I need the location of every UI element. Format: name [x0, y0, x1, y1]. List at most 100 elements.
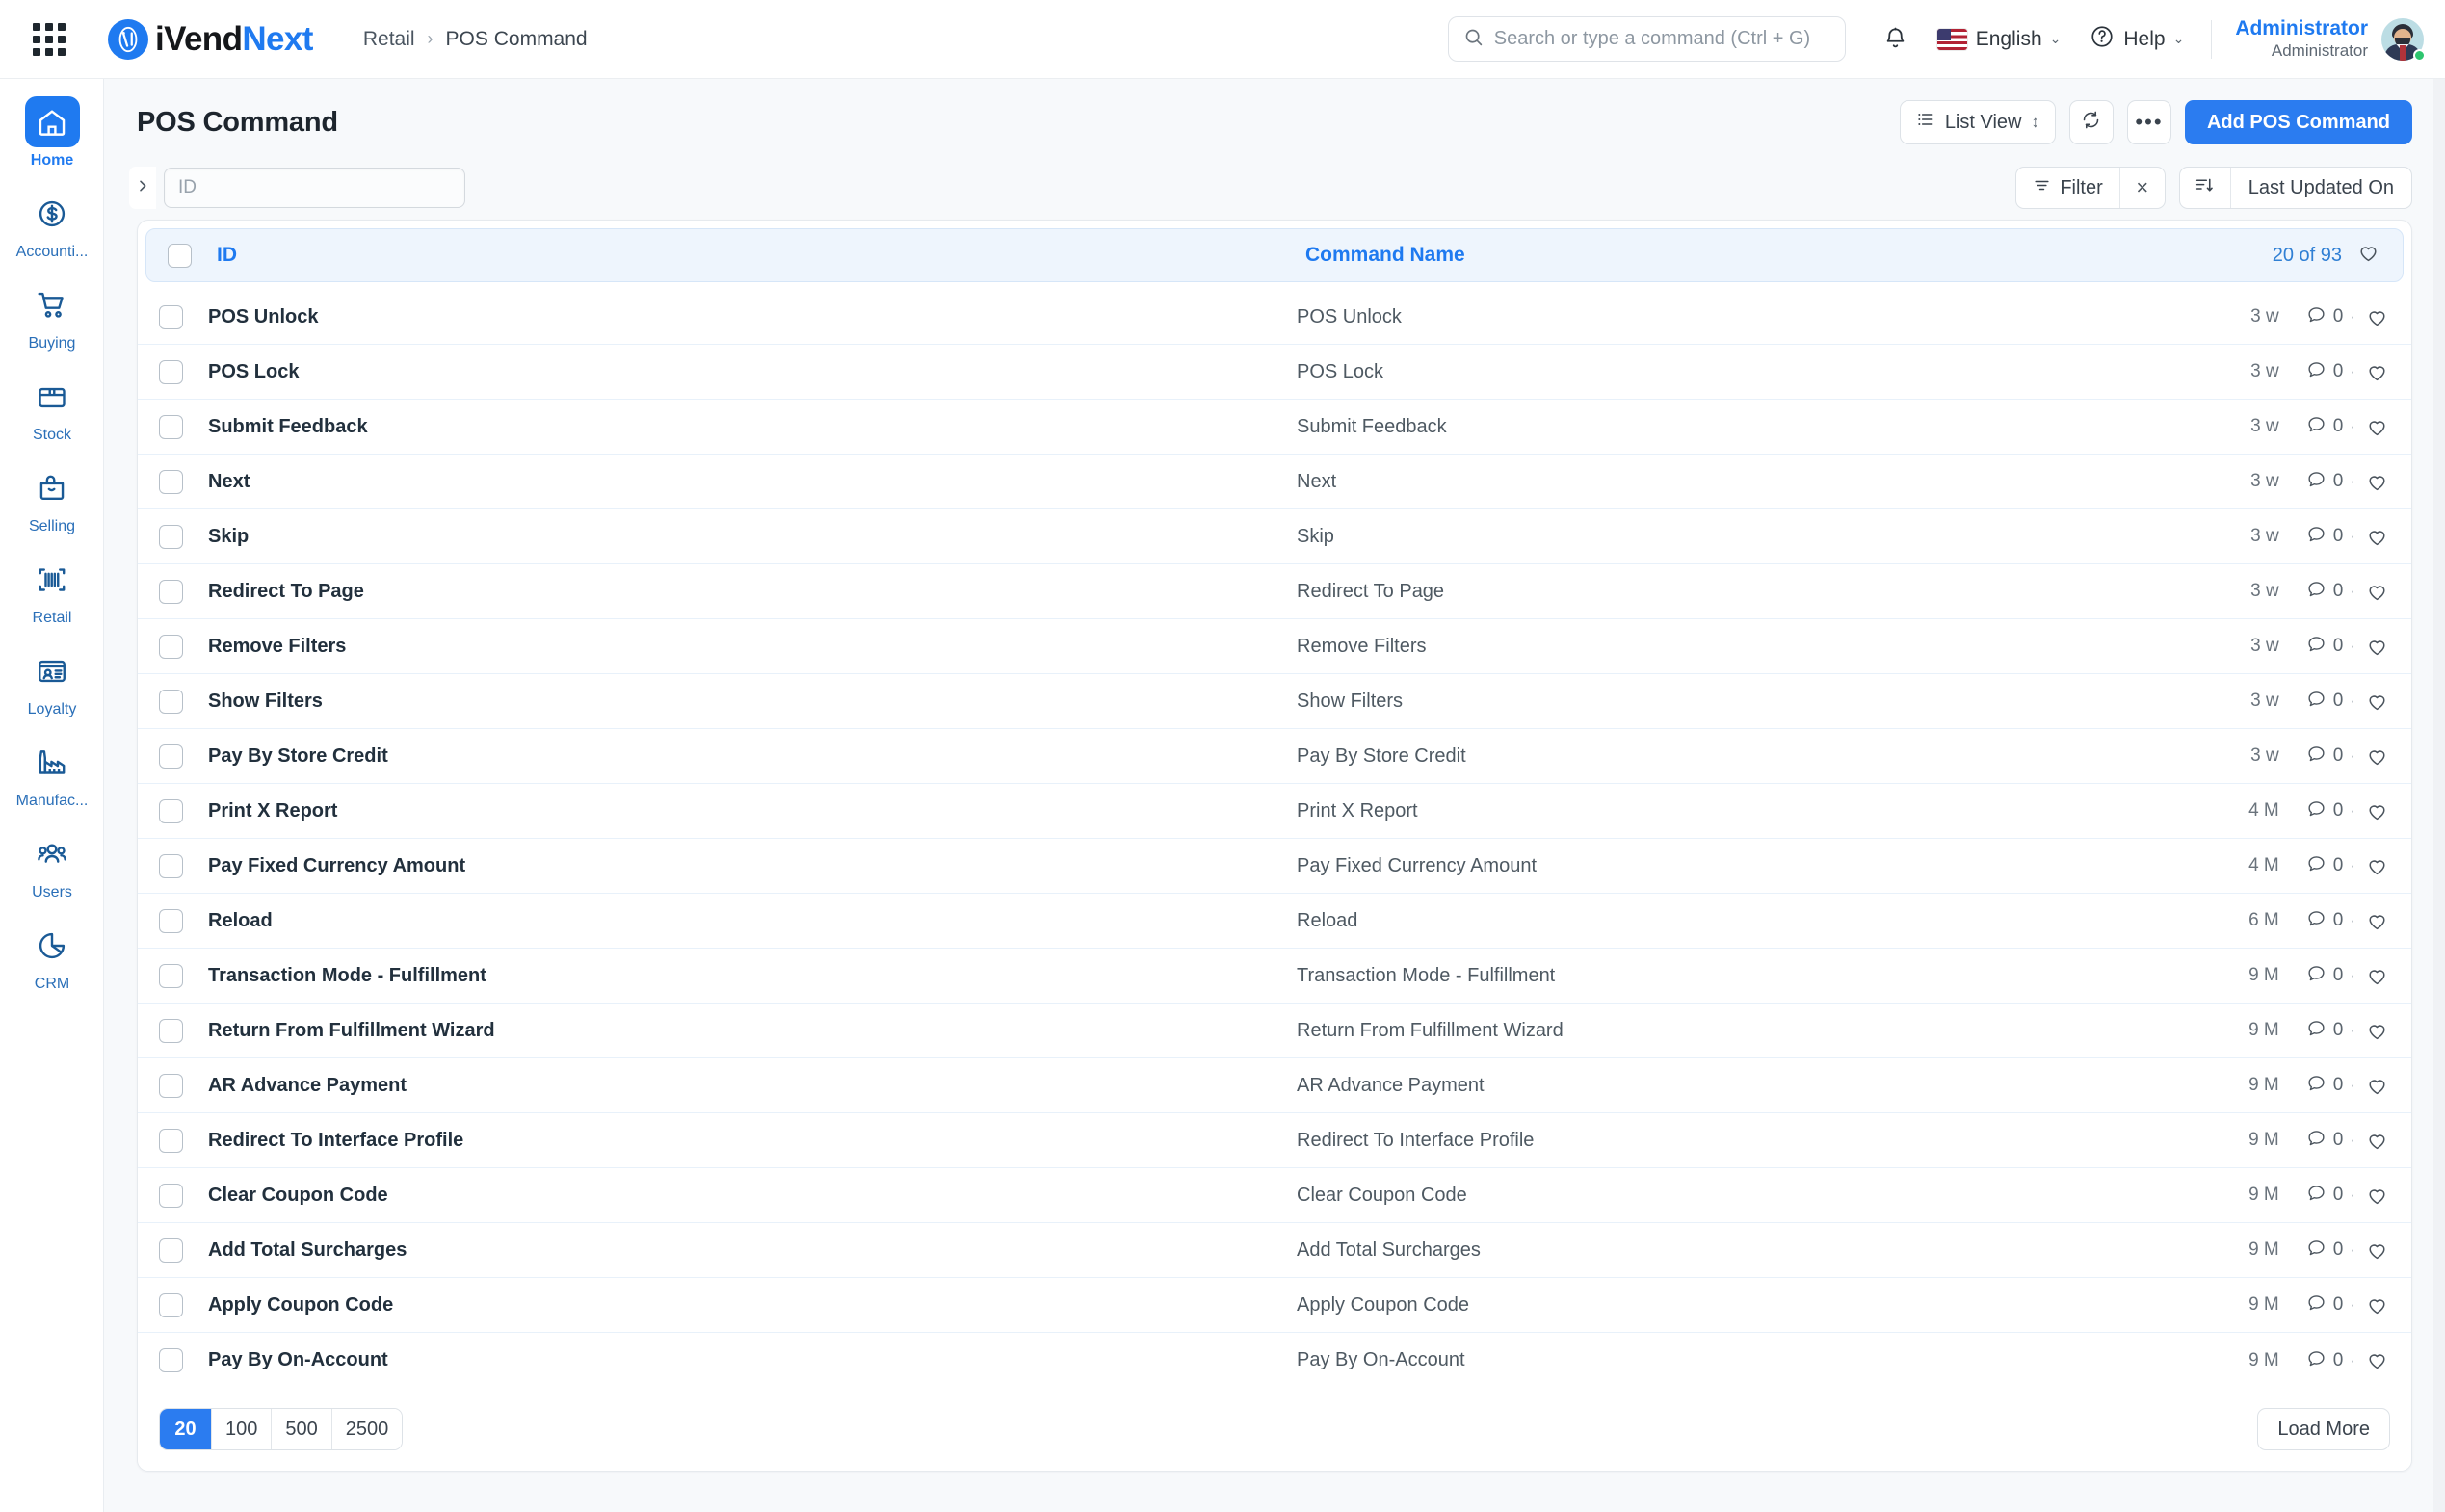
row-comment-count[interactable]: 0: [2306, 1128, 2344, 1153]
search-input[interactable]: [1494, 28, 1830, 50]
row-checkbox[interactable]: [159, 1019, 183, 1043]
row-id[interactable]: Return From Fulfillment Wizard: [208, 1020, 1297, 1042]
sidebar-item-users[interactable]: Users: [0, 828, 104, 901]
load-more-button[interactable]: Load More: [2257, 1408, 2390, 1450]
table-row[interactable]: Redirect To PageRedirect To Page3 w0·: [138, 564, 2411, 619]
refresh-button[interactable]: [2069, 100, 2114, 144]
row-comment-count[interactable]: 0: [2306, 1018, 2344, 1043]
row-checkbox[interactable]: [159, 580, 183, 604]
language-selector[interactable]: English ⌄: [1937, 28, 2062, 51]
more-options-button[interactable]: •••: [2127, 100, 2171, 144]
table-row[interactable]: Remove FiltersRemove Filters3 w0·: [138, 619, 2411, 674]
row-checkbox[interactable]: [159, 909, 183, 933]
sidebar-item-home[interactable]: Home: [0, 96, 104, 169]
heart-icon[interactable]: [2366, 1239, 2388, 1262]
column-header-command-name[interactable]: Command Name: [1305, 244, 1980, 267]
table-row[interactable]: Pay By On-AccountPay By On-Account9 M0·: [138, 1333, 2411, 1388]
table-row[interactable]: Show FiltersShow Filters3 w0·: [138, 674, 2411, 729]
breadcrumb-current[interactable]: POS Command: [446, 28, 588, 51]
row-id[interactable]: Transaction Mode - Fulfillment: [208, 965, 1297, 987]
filter-button[interactable]: Filter: [2016, 168, 2118, 208]
bell-icon[interactable]: [1882, 26, 1908, 52]
apps-grid-icon[interactable]: [32, 22, 66, 57]
avatar[interactable]: [2381, 18, 2424, 61]
heart-icon[interactable]: [2366, 910, 2388, 932]
heart-icon[interactable]: [2366, 1075, 2388, 1097]
id-filter-input[interactable]: [164, 168, 465, 208]
sidebar-item-manufacturing[interactable]: Manufac...: [0, 737, 104, 810]
row-checkbox[interactable]: [159, 1129, 183, 1153]
row-id[interactable]: Apply Coupon Code: [208, 1294, 1297, 1316]
heart-icon[interactable]: [2366, 1349, 2388, 1371]
table-row[interactable]: Redirect To Interface ProfileRedirect To…: [138, 1113, 2411, 1168]
table-row[interactable]: Clear Coupon CodeClear Coupon Code9 M0·: [138, 1168, 2411, 1223]
row-checkbox[interactable]: [159, 854, 183, 878]
row-checkbox[interactable]: [159, 1348, 183, 1372]
record-count-label[interactable]: 20 of 93: [2273, 245, 2342, 267]
breadcrumb-parent[interactable]: Retail: [363, 28, 415, 51]
heart-icon[interactable]: [2366, 526, 2388, 548]
heart-icon[interactable]: [2366, 1020, 2388, 1042]
heart-icon[interactable]: [2366, 965, 2388, 987]
row-comment-count[interactable]: 0: [2306, 524, 2344, 549]
row-id[interactable]: Redirect To Page: [208, 581, 1297, 603]
sidebar-item-accounting[interactable]: Accounti...: [0, 188, 104, 261]
row-checkbox[interactable]: [159, 799, 183, 823]
row-id[interactable]: Redirect To Interface Profile: [208, 1130, 1297, 1152]
row-comment-count[interactable]: 0: [2306, 634, 2344, 659]
heart-icon[interactable]: [2366, 636, 2388, 658]
row-checkbox[interactable]: [159, 1238, 183, 1263]
row-checkbox[interactable]: [159, 635, 183, 659]
sidebar-item-selling[interactable]: Selling: [0, 462, 104, 535]
sidebar-item-buying[interactable]: Buying: [0, 279, 104, 352]
row-checkbox[interactable]: [159, 525, 183, 549]
row-id[interactable]: Add Total Surcharges: [208, 1239, 1297, 1262]
row-id[interactable]: Skip: [208, 526, 1297, 548]
row-id[interactable]: Pay Fixed Currency Amount: [208, 855, 1297, 877]
brand-logo-link[interactable]: iVendNext: [108, 19, 313, 60]
row-id[interactable]: Pay By On-Account: [208, 1349, 1297, 1371]
list-view-selector[interactable]: List View ↕: [1900, 100, 2056, 144]
row-id[interactable]: Show Filters: [208, 691, 1297, 713]
add-pos-command-button[interactable]: Add POS Command: [2185, 100, 2412, 144]
row-id[interactable]: Clear Coupon Code: [208, 1185, 1297, 1207]
table-row[interactable]: Return From Fulfillment WizardReturn Fro…: [138, 1004, 2411, 1058]
row-id[interactable]: Remove Filters: [208, 636, 1297, 658]
heart-icon[interactable]: [2366, 1185, 2388, 1207]
page-size-option[interactable]: 2500: [332, 1409, 403, 1449]
row-comment-count[interactable]: 0: [2306, 798, 2344, 823]
table-row[interactable]: Pay By Store CreditPay By Store Credit3 …: [138, 729, 2411, 784]
heart-icon[interactable]: [2366, 855, 2388, 877]
help-menu[interactable]: Help ⌄: [2090, 24, 2184, 54]
row-id[interactable]: Print X Report: [208, 800, 1297, 822]
page-size-option[interactable]: 100: [212, 1409, 272, 1449]
heart-icon[interactable]: [2366, 471, 2388, 493]
row-id[interactable]: AR Advance Payment: [208, 1075, 1297, 1097]
heart-icon[interactable]: [2357, 242, 2379, 269]
heart-icon[interactable]: [2366, 1294, 2388, 1316]
row-checkbox[interactable]: [159, 305, 183, 329]
row-checkbox[interactable]: [159, 1074, 183, 1098]
row-id[interactable]: Next: [208, 471, 1297, 493]
table-row[interactable]: AR Advance PaymentAR Advance Payment9 M0…: [138, 1058, 2411, 1113]
row-id[interactable]: Pay By Store Credit: [208, 745, 1297, 768]
row-comment-count[interactable]: 0: [2306, 963, 2344, 988]
global-search[interactable]: [1448, 16, 1846, 62]
row-comment-count[interactable]: 0: [2306, 1348, 2344, 1373]
sidebar-item-crm[interactable]: CRM: [0, 920, 104, 993]
column-header-id[interactable]: ID: [217, 244, 1305, 267]
row-comment-count[interactable]: 0: [2306, 414, 2344, 439]
row-checkbox[interactable]: [159, 415, 183, 439]
page-size-option[interactable]: 20: [160, 1409, 212, 1449]
user-menu[interactable]: Administrator Administrator: [2235, 16, 2424, 61]
row-id[interactable]: Submit Feedback: [208, 416, 1297, 438]
heart-icon[interactable]: [2366, 416, 2388, 438]
row-comment-count[interactable]: 0: [2306, 579, 2344, 604]
table-row[interactable]: Submit FeedbackSubmit Feedback3 w0·: [138, 400, 2411, 455]
table-row[interactable]: Transaction Mode - FulfillmentTransactio…: [138, 949, 2411, 1004]
row-checkbox[interactable]: [159, 744, 183, 769]
page-size-option[interactable]: 500: [272, 1409, 331, 1449]
table-row[interactable]: NextNext3 w0·: [138, 455, 2411, 509]
sort-direction-button[interactable]: [2180, 168, 2230, 208]
row-checkbox[interactable]: [159, 1293, 183, 1317]
